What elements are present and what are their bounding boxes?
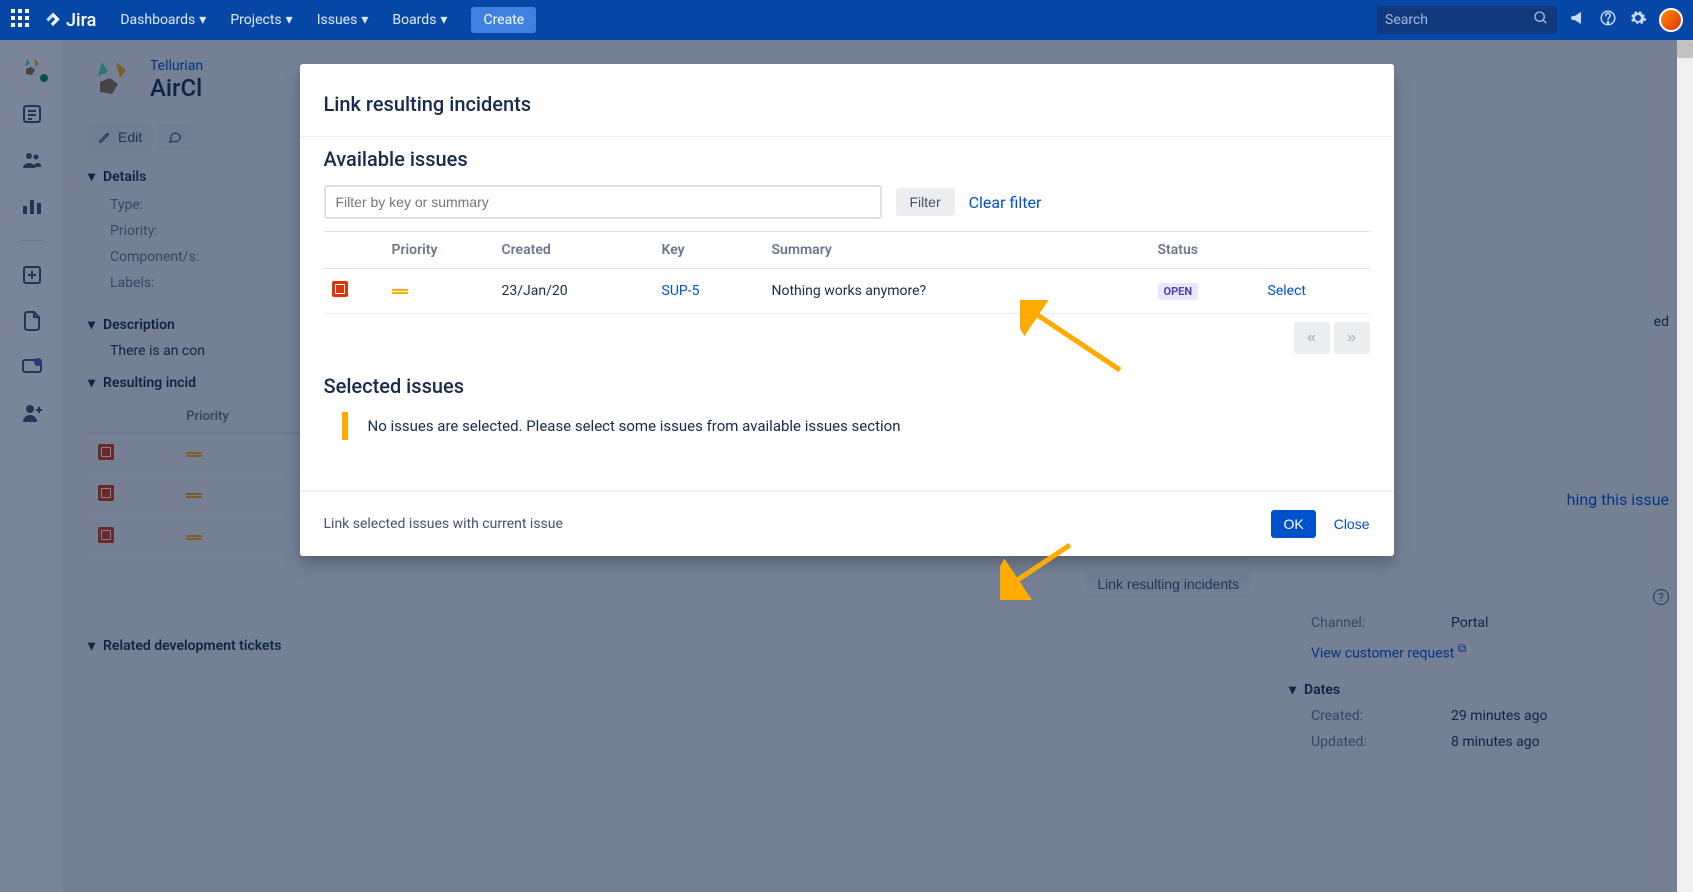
modal-title: Link resulting incidents (300, 64, 1394, 136)
nav-dashboards[interactable]: Dashboards ▾ (110, 8, 216, 32)
available-heading: Available issues (324, 147, 1370, 171)
filter-button[interactable]: Filter (896, 188, 955, 216)
col-status[interactable]: Status (1150, 232, 1260, 269)
next-page-button[interactable]: » (1334, 322, 1370, 354)
apps-icon[interactable] (10, 8, 30, 32)
status-badge: OPEN (1158, 283, 1199, 300)
available-row: 23/Jan/20 SUP-5 Nothing works anymore? O… (324, 269, 1370, 314)
col-key[interactable]: Key (654, 232, 764, 269)
issuetype-icon (332, 281, 348, 297)
feedback-icon[interactable] (1569, 9, 1587, 31)
col-created[interactable]: Created (494, 232, 654, 269)
close-button[interactable]: Close (1334, 516, 1370, 532)
search-input[interactable]: Search (1377, 6, 1557, 34)
filter-input[interactable] (324, 185, 882, 219)
prev-page-button[interactable]: « (1294, 322, 1330, 354)
warning-bar-icon (342, 412, 348, 440)
link-incidents-modal: Link resulting incidents Available issue… (300, 64, 1394, 556)
clear-filter-link[interactable]: Clear filter (969, 193, 1042, 212)
search-placeholder: Search (1385, 12, 1428, 28)
chevron-down-icon: ▾ (286, 12, 293, 28)
scrollbar[interactable] (1677, 40, 1693, 892)
chevron-down-icon: ▾ (440, 12, 447, 28)
col-priority[interactable]: Priority (384, 232, 494, 269)
select-link[interactable]: Select (1268, 283, 1306, 299)
nav-projects[interactable]: Projects ▾ (220, 8, 302, 32)
top-nav: Jira Dashboards ▾ Projects ▾ Issues ▾ Bo… (0, 0, 1693, 40)
help-icon[interactable] (1599, 9, 1617, 31)
col-summary[interactable]: Summary (764, 232, 1150, 269)
chevron-down-icon: ▾ (361, 12, 368, 28)
chevron-down-icon: ▾ (199, 12, 206, 28)
available-table: Priority Created Key Summary Status 23/J… (324, 231, 1370, 314)
issue-key-link[interactable]: SUP-5 (662, 283, 700, 299)
empty-selected-notice: No issues are selected. Please select so… (342, 412, 1370, 440)
nav-boards[interactable]: Boards ▾ (382, 8, 457, 32)
ok-button[interactable]: OK (1271, 510, 1315, 538)
footer-hint: Link selected issues with current issue (324, 516, 563, 532)
create-button[interactable]: Create (471, 7, 536, 33)
settings-icon[interactable] (1629, 9, 1647, 31)
nav-issues[interactable]: Issues ▾ (307, 8, 379, 32)
search-icon (1533, 10, 1549, 30)
selected-heading: Selected issues (324, 374, 1370, 398)
modal-overlay: Link resulting incidents Available issue… (0, 40, 1693, 892)
user-avatar[interactable] (1659, 8, 1683, 32)
jira-logo[interactable]: Jira (44, 10, 96, 31)
priority-medium-icon (392, 288, 408, 295)
